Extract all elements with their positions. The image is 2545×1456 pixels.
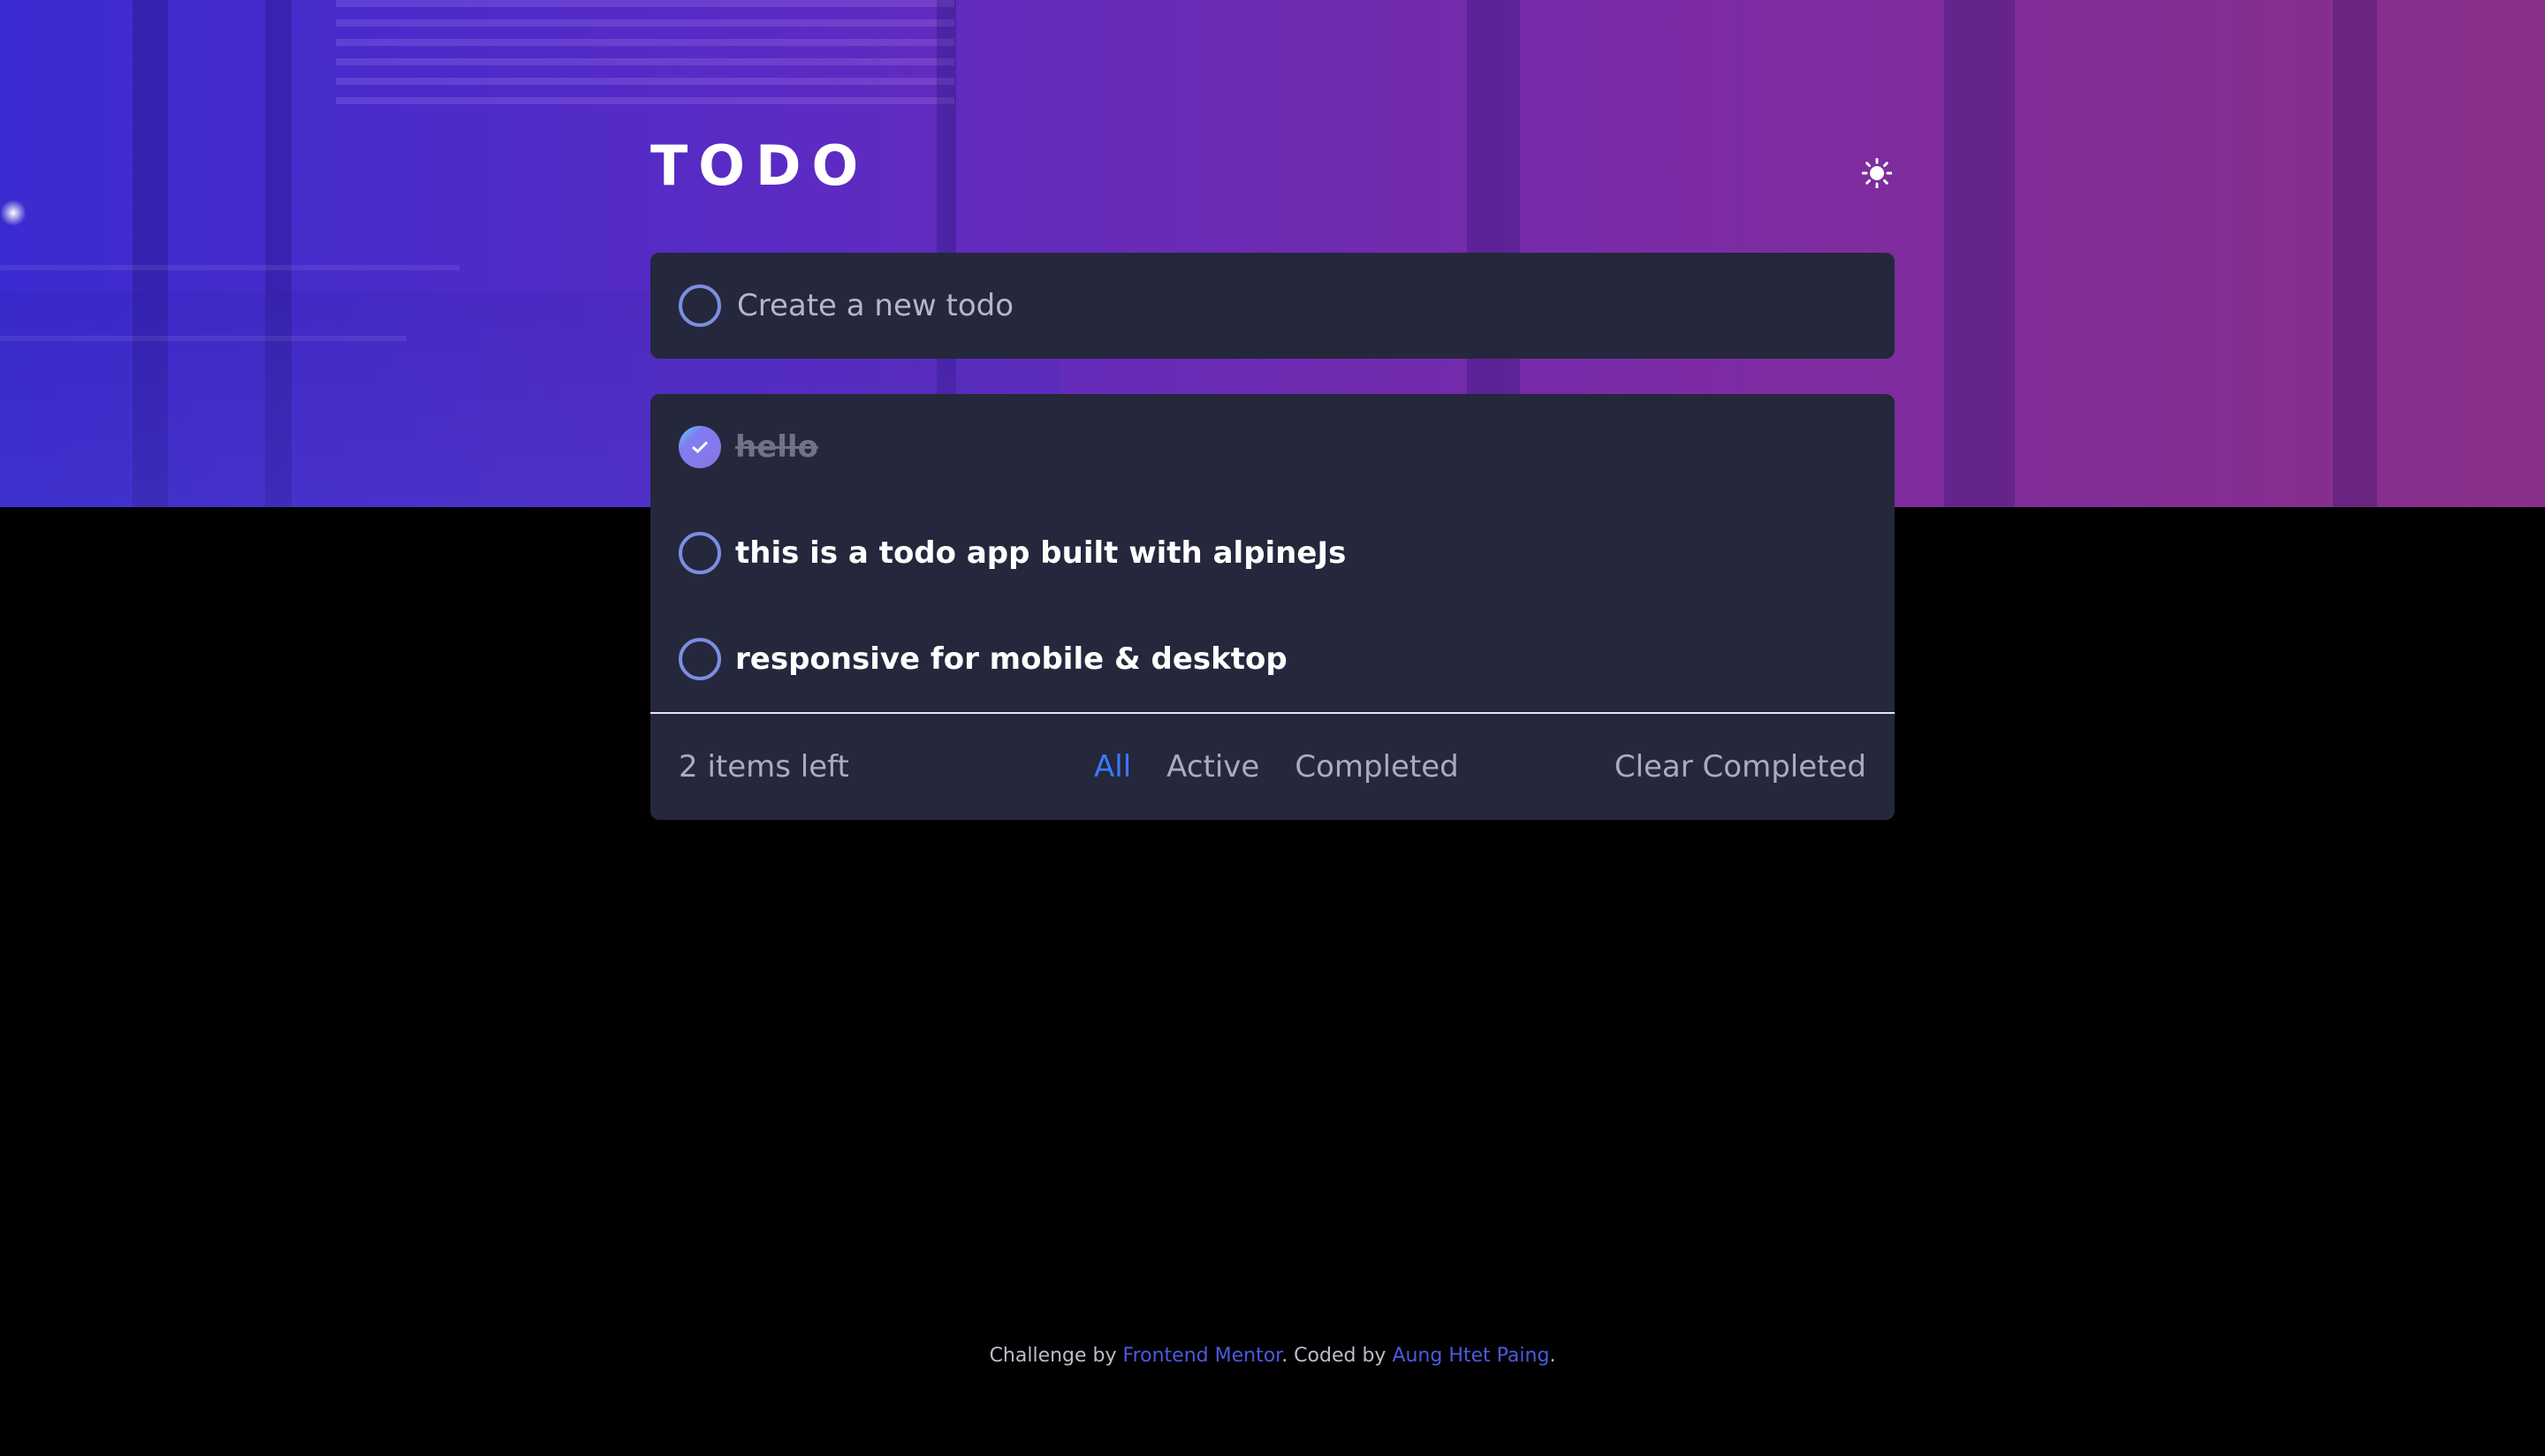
- filter-all[interactable]: All: [1094, 749, 1131, 785]
- todo-item[interactable]: responsive for mobile & desktop: [650, 606, 1895, 712]
- filter-active[interactable]: Active: [1166, 749, 1259, 785]
- ceiling-lights: [336, 0, 954, 106]
- pillar: [2333, 0, 2377, 507]
- attribution-middle: . Coded by: [1281, 1345, 1393, 1367]
- attribution: Challenge by Frontend Mentor. Coded by A…: [0, 1345, 2545, 1367]
- todo-footer: 2 items left All Active Completed Clear …: [650, 712, 1895, 820]
- attribution-suffix: .: [1549, 1345, 1556, 1367]
- new-todo-circle[interactable]: [679, 284, 721, 327]
- items-left-count: 2 items left: [679, 749, 849, 785]
- sun-icon: [1862, 158, 1892, 188]
- light-glow: [0, 200, 27, 226]
- pillar: [1944, 0, 2015, 507]
- todo-item[interactable]: this is a todo app built with alpineJs: [650, 500, 1895, 606]
- filter-completed[interactable]: Completed: [1295, 749, 1458, 785]
- theme-toggle-button[interactable]: [1856, 152, 1898, 194]
- todo-text: responsive for mobile & desktop: [735, 641, 1288, 677]
- check-icon: [691, 441, 709, 454]
- todo-checkbox[interactable]: [679, 638, 721, 680]
- frontend-mentor-link[interactable]: Frontend Mentor: [1123, 1345, 1282, 1367]
- todo-checkbox-checked[interactable]: [679, 426, 721, 468]
- new-todo-input[interactable]: [737, 288, 1797, 323]
- clear-completed-button[interactable]: Clear Completed: [1614, 749, 1866, 785]
- app-title: TODO: [650, 133, 870, 198]
- new-todo-form: [650, 253, 1895, 359]
- todo-text: this is a todo app built with alpineJs: [735, 535, 1347, 571]
- attribution-prefix: Challenge by: [989, 1345, 1123, 1367]
- todo-list: hello this is a todo app built with alpi…: [650, 394, 1895, 820]
- author-link[interactable]: Aung Htet Paing: [1392, 1345, 1549, 1367]
- todo-item[interactable]: hello: [650, 394, 1895, 500]
- todo-checkbox[interactable]: [679, 532, 721, 574]
- railing: [0, 265, 460, 270]
- todo-text: hello: [735, 429, 818, 465]
- railing: [0, 336, 406, 341]
- filter-group: All Active Completed: [1094, 749, 1494, 785]
